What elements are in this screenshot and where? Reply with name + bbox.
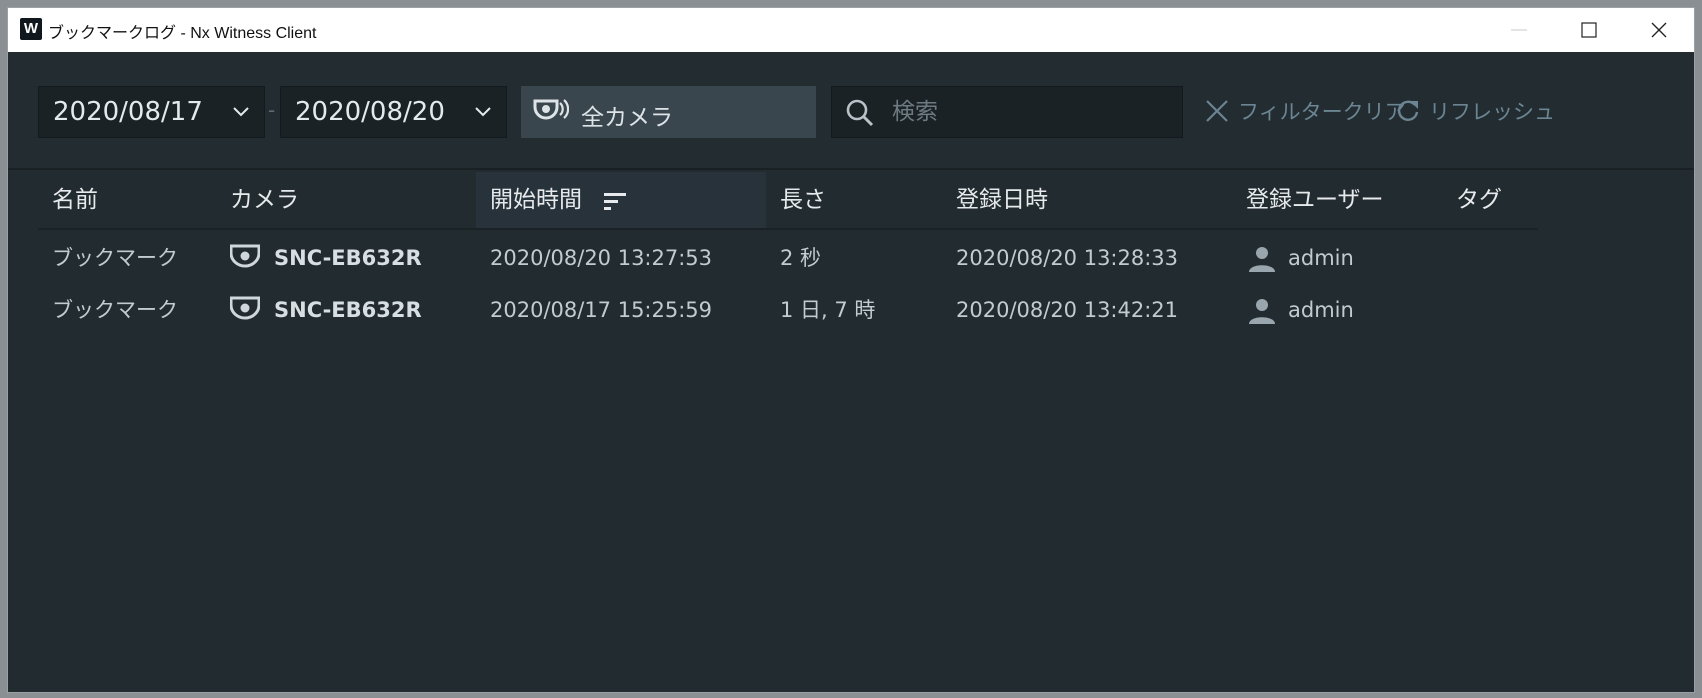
bookmark-created: 2020/08/20 13:42:21 (956, 298, 1179, 322)
search-icon (846, 99, 874, 127)
close-icon (1651, 22, 1667, 38)
end-date-value: 2020/08/20 (295, 97, 445, 127)
close-icon (1206, 100, 1228, 122)
minimize-icon (1511, 29, 1527, 31)
bookmark-tags (1442, 284, 1538, 336)
bookmark-length: 1 日, 7 時 (780, 298, 876, 322)
column-header-length[interactable]: 長さ (766, 172, 942, 228)
bookmark-name: ブックマーク (52, 298, 178, 322)
column-header-name[interactable]: 名前 (38, 172, 216, 228)
bookmark-tags (1442, 232, 1538, 284)
bookmark-start-time: 2020/08/17 15:25:59 (490, 298, 713, 322)
column-header-created[interactable]: 登録日時 (942, 172, 1232, 228)
refresh-icon (1397, 100, 1419, 121)
window-title: ブックマークログ - Nx Witness Client (48, 25, 317, 42)
user-icon (1249, 247, 1275, 272)
bookmark-camera: SNC-EB632R (216, 232, 476, 284)
table-header: 名前 カメラ 開始時間 長さ 登録日時 登録ユーザー タグ (38, 172, 1538, 230)
column-header-camera[interactable]: カメラ (216, 172, 476, 228)
bookmark-log-window: W ブックマークログ - Nx Witness Client 2020/08/1… (8, 8, 1694, 692)
bookmark-created: 2020/08/20 13:28:33 (956, 246, 1179, 270)
start-date-value: 2020/08/17 (53, 97, 203, 127)
clear-filter-button[interactable]: フィルタークリア (1204, 96, 1406, 126)
column-header-tags[interactable]: タグ (1442, 172, 1538, 228)
search-input[interactable] (892, 95, 1162, 129)
refresh-label: リフレッシュ (1429, 100, 1555, 124)
search-box[interactable] (831, 86, 1183, 138)
dome-camera-icon (230, 296, 260, 320)
table-row[interactable]: ブックマーク SNC-EB632R 2020/08/17 15:25:59 1 … (38, 284, 1538, 336)
table-row[interactable]: ブックマーク SNC-EB632R 2020/08/20 13:27:53 2 … (38, 232, 1538, 284)
column-header-start-time[interactable]: 開始時間 (476, 172, 766, 228)
app-logo-icon: W (20, 18, 42, 40)
user-icon (1249, 299, 1275, 324)
sort-descending-icon (604, 193, 626, 210)
filter-toolbar: 2020/08/17 - 2020/08/20 全カメラ 検索 フィルタークリア… (8, 52, 1694, 170)
start-date-picker[interactable]: 2020/08/17 (38, 86, 265, 138)
column-header-user[interactable]: 登録ユーザー (1232, 172, 1442, 228)
camera-filter-label: 全カメラ (581, 105, 673, 131)
date-separator: - (268, 98, 276, 122)
camera-filter-button[interactable]: 全カメラ (521, 86, 816, 138)
maximize-button[interactable] (1554, 8, 1624, 52)
bookmark-user: admin (1232, 232, 1442, 284)
chevron-down-icon (475, 107, 491, 117)
title-bar[interactable]: W ブックマークログ - Nx Witness Client (8, 8, 1694, 52)
clear-filter-label: フィルタークリア (1238, 100, 1406, 124)
bookmark-user: admin (1232, 284, 1442, 336)
minimize-button[interactable] (1484, 8, 1554, 52)
bookmark-camera: SNC-EB632R (216, 284, 476, 336)
bookmark-start-time: 2020/08/20 13:27:53 (490, 246, 713, 270)
bookmark-name: ブックマーク (52, 246, 178, 270)
end-date-picker[interactable]: 2020/08/20 (280, 86, 507, 138)
dome-camera-icon (230, 244, 260, 268)
maximize-icon (1581, 22, 1597, 38)
bookmark-length: 2 秒 (780, 246, 822, 270)
chevron-down-icon (233, 107, 249, 117)
dome-camera-icon (533, 99, 569, 120)
close-window-button[interactable] (1624, 8, 1694, 52)
refresh-button[interactable]: リフレッシュ (1395, 96, 1555, 126)
